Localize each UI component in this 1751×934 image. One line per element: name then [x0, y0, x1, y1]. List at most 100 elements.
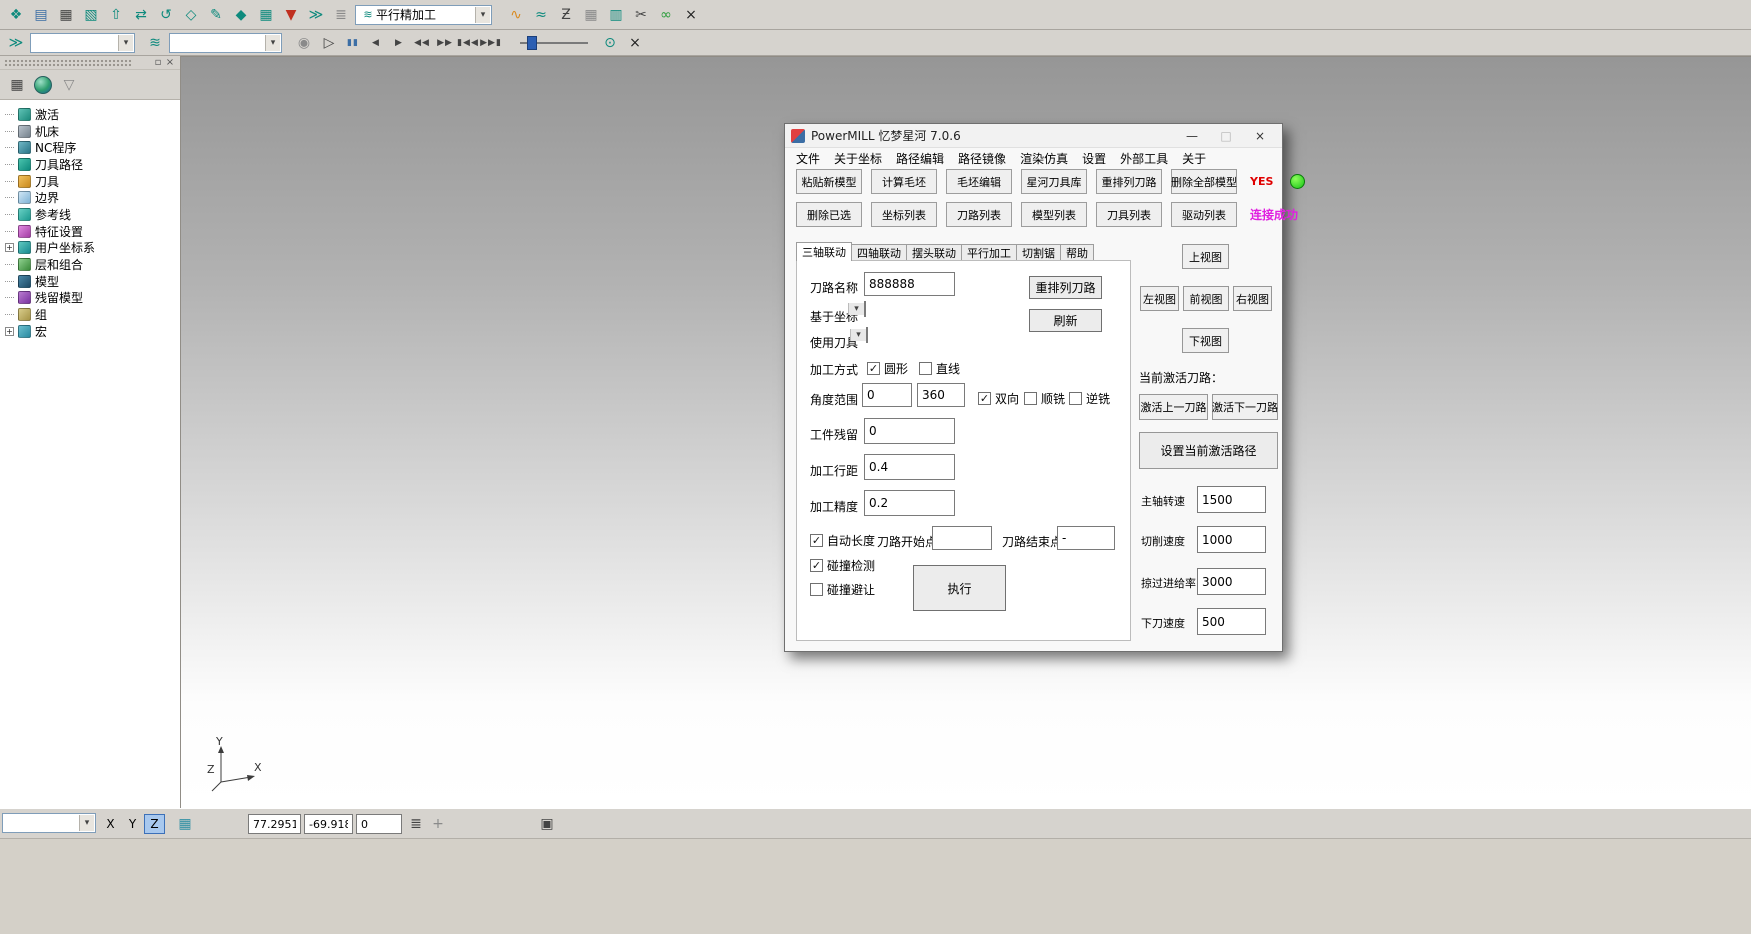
- cutting-feed-field[interactable]: [1197, 526, 1266, 553]
- block-icon[interactable]: ▧: [80, 4, 102, 26]
- list-icon[interactable]: ≣: [405, 813, 427, 835]
- view-front-button[interactable]: 前视图: [1183, 286, 1229, 311]
- tree-item-groups[interactable]: 组: [3, 306, 180, 323]
- view-bottom-button[interactable]: 下视图: [1182, 328, 1229, 353]
- conventional-checkbox[interactable]: 逆铣: [1069, 390, 1110, 407]
- step-back-icon[interactable]: ◀: [366, 32, 386, 54]
- tab-saw[interactable]: 切割锯: [1016, 244, 1061, 261]
- toolpath-name-field[interactable]: [864, 272, 955, 296]
- lightbulb-icon[interactable]: ◉: [293, 32, 315, 54]
- viewports-icon[interactable]: ▣: [536, 813, 558, 835]
- paste-new-model-button[interactable]: 粘贴新模型: [796, 169, 862, 194]
- zlevel-icon[interactable]: Ƶ: [555, 4, 577, 26]
- collision-detect-checkbox[interactable]: 碰撞检测: [810, 557, 875, 574]
- simulate-icon[interactable]: ▥: [605, 4, 627, 26]
- tree-item-machine[interactable]: 机床: [3, 123, 180, 140]
- wizard-icon[interactable]: ≫: [305, 4, 327, 26]
- statusbar-dropdown[interactable]: ▾: [2, 813, 96, 833]
- start-point-field[interactable]: [932, 526, 992, 550]
- save-project-icon[interactable]: ▤: [30, 4, 52, 26]
- angle-start-field[interactable]: [862, 383, 912, 407]
- activate-prev-button[interactable]: 激活上一刀路: [1139, 394, 1208, 420]
- tool-list-button[interactable]: 刀具列表: [1096, 202, 1162, 227]
- dialog-titlebar[interactable]: PowerMILL 忆梦星河 7.0.6 — □ ×: [785, 124, 1282, 148]
- tool-select[interactable]: ▾: [866, 327, 868, 343]
- cursor-z-field[interactable]: [356, 814, 402, 834]
- toolpath-icon[interactable]: ∿: [505, 4, 527, 26]
- activate-next-button[interactable]: 激活下一刀路: [1212, 394, 1278, 420]
- stepover-field[interactable]: [864, 454, 955, 480]
- strategy-combobox[interactable]: ≋ 平行精加工 ▾: [355, 5, 492, 25]
- plunge-feed-field[interactable]: [1197, 608, 1266, 635]
- execute-button[interactable]: 执行: [913, 565, 1006, 611]
- tree-item-workplanes[interactable]: + 用户坐标系: [3, 240, 180, 257]
- bidirectional-checkbox[interactable]: 双向: [978, 390, 1019, 407]
- binoculars-icon[interactable]: ∞: [655, 4, 677, 26]
- skim-feed-field[interactable]: [1197, 568, 1266, 595]
- nc-program-combobox[interactable]: ▾: [30, 33, 135, 53]
- graph-icon[interactable]: ≈: [530, 4, 552, 26]
- drive-list-button[interactable]: 驱动列表: [1171, 202, 1237, 227]
- tab-4axis[interactable]: 四轴联动: [851, 244, 907, 261]
- tree-view-icon[interactable]: ▦: [8, 74, 26, 96]
- workplane-icon[interactable]: ⇧: [105, 4, 127, 26]
- menu-render-sim[interactable]: 渲染仿真: [1020, 150, 1068, 167]
- tab-help[interactable]: 帮助: [1060, 244, 1094, 261]
- tree-item-patterns[interactable]: 参考线: [3, 206, 180, 223]
- transform-icon[interactable]: ⇄: [130, 4, 152, 26]
- tree-item-models[interactable]: 模型: [3, 273, 180, 290]
- globe-icon[interactable]: [34, 76, 52, 94]
- tree-item-toolpaths[interactable]: 刀具路径: [3, 156, 180, 173]
- go-start-icon[interactable]: ▮◀◀: [458, 32, 478, 54]
- coord-list-button[interactable]: 坐标列表: [871, 202, 937, 227]
- simulation-speed-slider[interactable]: [518, 34, 590, 52]
- z-axis-button[interactable]: Z: [144, 814, 165, 834]
- line-checkbox[interactable]: 直线: [919, 360, 960, 377]
- maximize-button[interactable]: □: [1212, 129, 1240, 143]
- expand-icon[interactable]: +: [5, 327, 14, 336]
- close-sim-toolbar-icon[interactable]: ×: [624, 32, 646, 54]
- clock-icon[interactable]: ⊙: [599, 32, 621, 54]
- menu-settings[interactable]: 设置: [1082, 150, 1106, 167]
- minimize-button[interactable]: —: [1178, 129, 1206, 143]
- view-left-button[interactable]: 左视图: [1140, 286, 1179, 311]
- strategy-page-icon[interactable]: ≣: [330, 4, 352, 26]
- rewind-icon[interactable]: ◀◀: [412, 32, 432, 54]
- tree-item-boundaries[interactable]: 边界: [3, 189, 180, 206]
- print-icon[interactable]: ▦: [55, 4, 77, 26]
- close-toolbar-icon[interactable]: ×: [680, 4, 702, 26]
- panel-chevron-icon[interactable]: ≫: [5, 32, 27, 54]
- stock-allowance-field[interactable]: [864, 418, 955, 444]
- refresh-button[interactable]: 刷新: [1029, 309, 1102, 332]
- end-point-field[interactable]: [1057, 526, 1115, 550]
- close-button[interactable]: ×: [1246, 129, 1274, 143]
- shield-icon[interactable]: ▽: [60, 74, 78, 96]
- calculator-icon[interactable]: ▦: [580, 4, 602, 26]
- tree-item-stock-models[interactable]: 残留模型: [3, 290, 180, 307]
- cursor-x-field[interactable]: [248, 814, 301, 834]
- climb-checkbox[interactable]: 顺铣: [1024, 390, 1065, 407]
- x-axis-button[interactable]: X: [100, 814, 121, 834]
- chevron-down-icon[interactable]: ▾: [848, 303, 864, 315]
- slider-handle[interactable]: [527, 36, 537, 50]
- play-icon[interactable]: ▷: [318, 32, 340, 54]
- cut-icon[interactable]: ✂: [630, 4, 652, 26]
- float-panel-icon[interactable]: ▫: [152, 57, 164, 68]
- stock-edit-button[interactable]: 毛坯编辑: [946, 169, 1012, 194]
- grid-toggle-icon[interactable]: ▦: [174, 813, 196, 835]
- import-icon[interactable]: ▼: [280, 4, 302, 26]
- menu-path-edit[interactable]: 路径编辑: [896, 150, 944, 167]
- spindle-speed-field[interactable]: [1197, 486, 1266, 513]
- tree-item-feature-sets[interactable]: 特征设置: [3, 223, 180, 240]
- tool-library-button[interactable]: 星河刀具库: [1021, 169, 1087, 194]
- view-top-button[interactable]: 上视图: [1182, 244, 1229, 269]
- toolpath-list-button[interactable]: 刀路列表: [946, 202, 1012, 227]
- tab-swivel[interactable]: 摆头联动: [906, 244, 962, 261]
- tab-parallel[interactable]: 平行加工: [961, 244, 1017, 261]
- tree-item-tools[interactable]: 刀具: [3, 173, 180, 190]
- rearrange-button[interactable]: 重排列刀路: [1029, 276, 1102, 299]
- go-end-icon[interactable]: ▶▶▮: [481, 32, 501, 54]
- menu-external-tools[interactable]: 外部工具: [1120, 150, 1168, 167]
- collision-avoid-checkbox[interactable]: 碰撞避让: [810, 581, 875, 598]
- tree-item-macros[interactable]: + 宏: [3, 323, 180, 340]
